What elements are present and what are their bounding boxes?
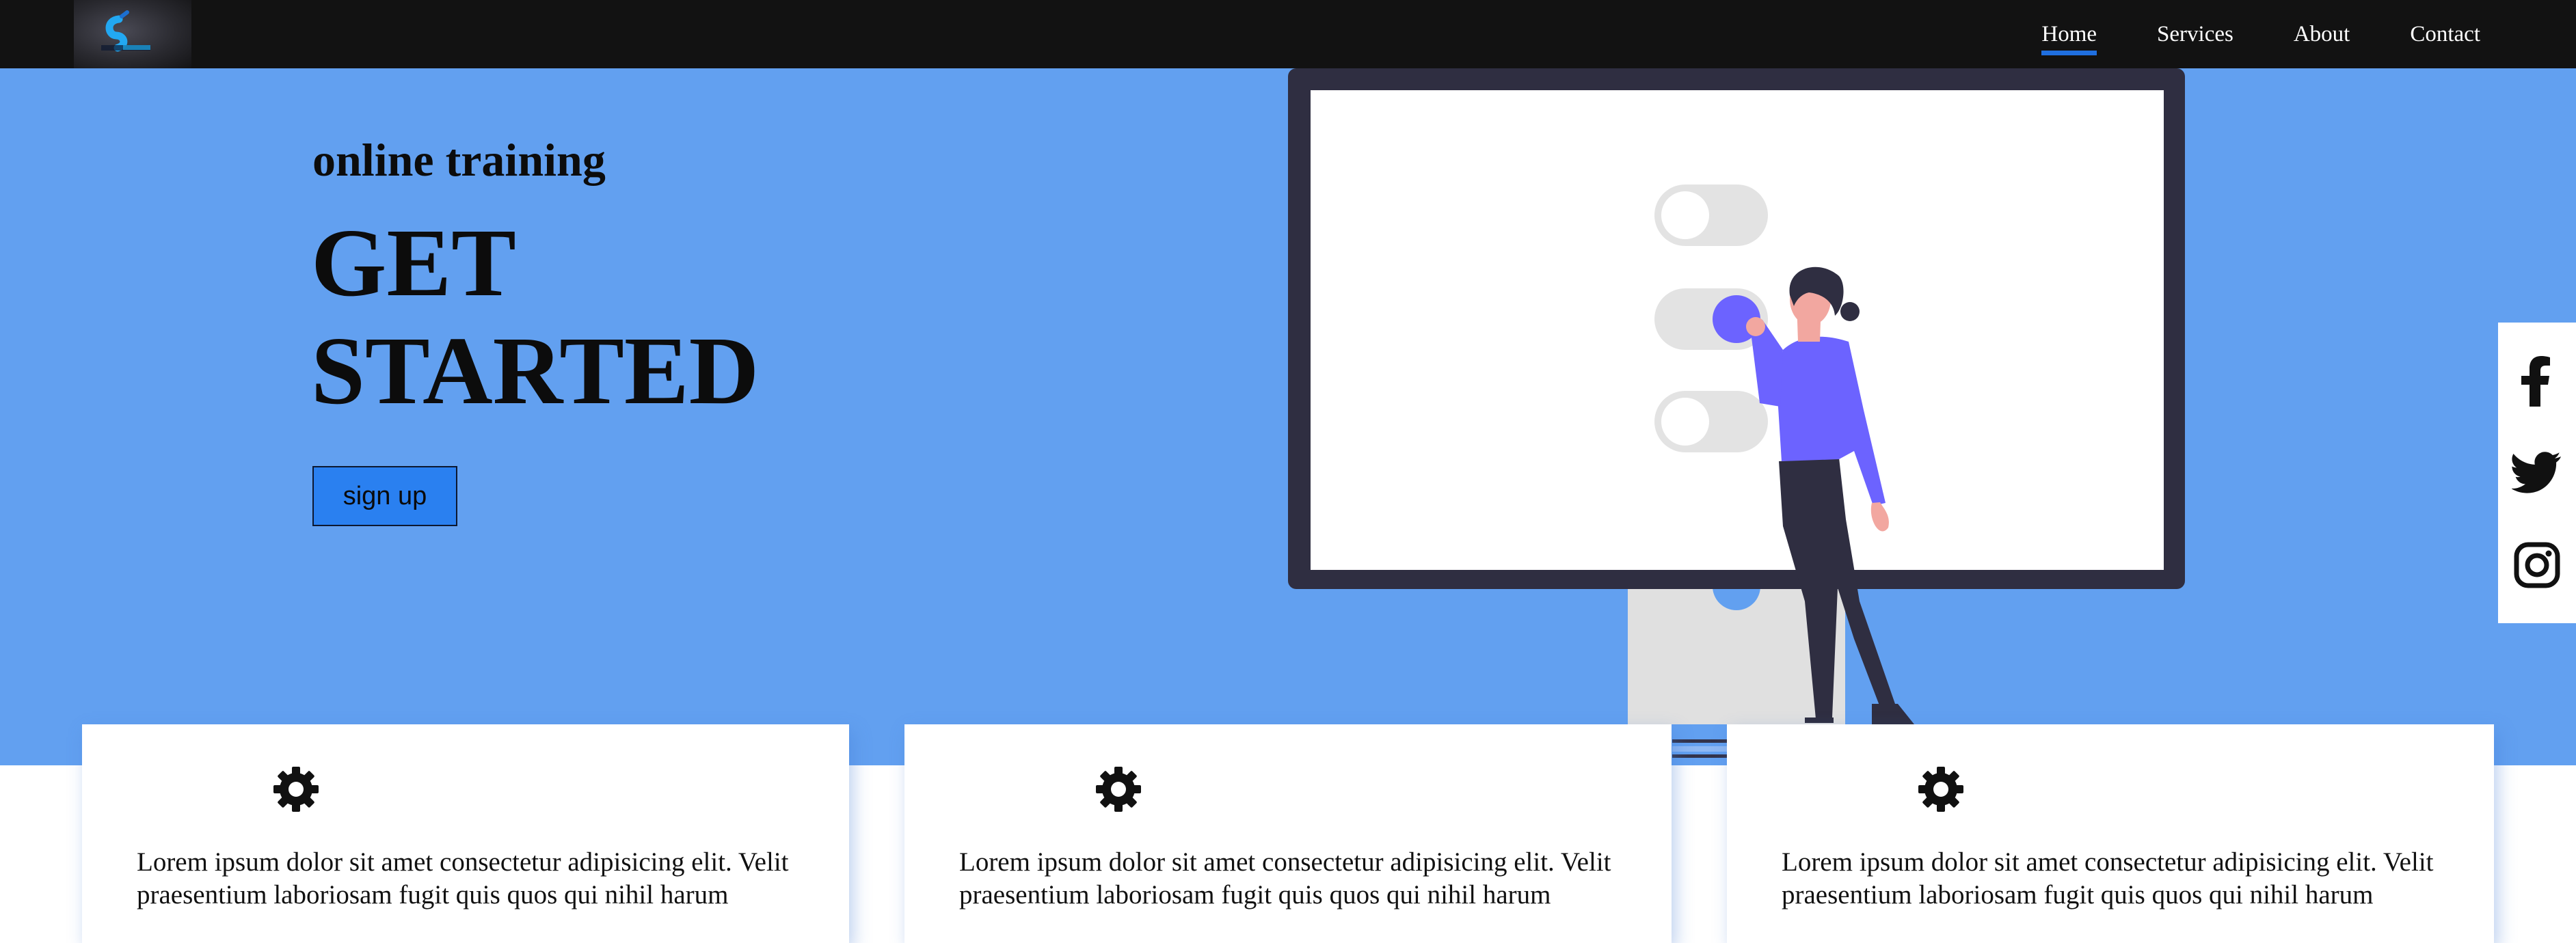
facebook-icon	[2521, 356, 2550, 407]
social-sidebar	[2498, 323, 2576, 623]
feature-card-text: Lorem ipsum dolor sit amet consectetur a…	[959, 847, 1611, 910]
toggle-knob	[1661, 191, 1709, 239]
stand-base-line	[1672, 754, 1727, 758]
facebook-link[interactable]	[2510, 353, 2564, 408]
feature-card: Lorem ipsum dolor sit amet consectetur a…	[82, 724, 849, 943]
stand-base-line	[1672, 746, 1727, 752]
instagram-link[interactable]	[2510, 538, 2564, 592]
gear-icon	[1096, 767, 1141, 812]
feature-card-text: Lorem ipsum dolor sit amet consectetur a…	[1782, 847, 2434, 910]
instagram-icon	[2514, 542, 2560, 588]
gear-icon	[1918, 767, 1963, 812]
twitter-link[interactable]	[2510, 446, 2564, 500]
stand-base-line	[1672, 739, 1727, 743]
gear-icon	[273, 767, 319, 812]
toggle-knob	[1661, 398, 1709, 446]
feature-card: Lorem ipsum dolor sit amet consectetur a…	[904, 724, 1672, 943]
feature-card-text: Lorem ipsum dolor sit amet consectetur a…	[137, 847, 789, 910]
twitter-icon	[2512, 452, 2561, 493]
feature-card: Lorem ipsum dolor sit amet consectetur a…	[1727, 724, 2494, 943]
